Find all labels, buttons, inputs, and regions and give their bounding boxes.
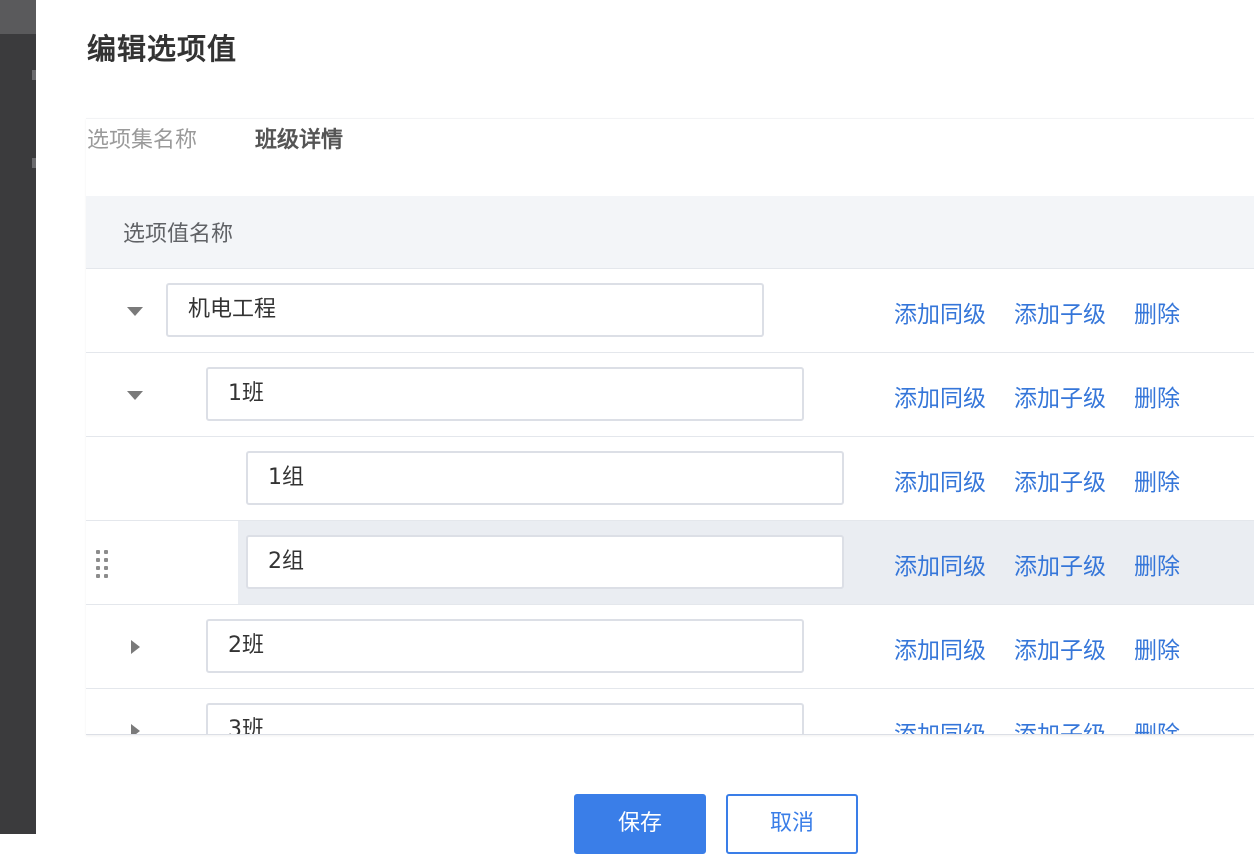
option-values-table: 选项值名称 机电工程 添加同级 添加子级 删除 1班 添加同级 添加子级 删除 … (86, 118, 1254, 735)
add-sibling-link[interactable]: 添加同级 (894, 379, 986, 413)
column-header-option-value-name: 选项值名称 (123, 222, 234, 247)
option-set-name-value: 班级详情 (255, 128, 344, 153)
table-row: 1班 添加同级 添加子级 删除 (86, 353, 1254, 437)
save-button[interactable]: 保存 (574, 794, 706, 854)
caret-down-icon[interactable] (124, 303, 146, 319)
option-value-input[interactable]: 2班 (206, 619, 804, 673)
delete-link[interactable]: 删除 (1134, 715, 1180, 734)
add-child-link[interactable]: 添加子级 (1014, 547, 1106, 581)
table-row: 机电工程 添加同级 添加子级 删除 (86, 269, 1254, 353)
option-set-name-label: 选项集名称 (87, 128, 198, 153)
add-child-link[interactable]: 添加子级 (1014, 295, 1106, 329)
add-child-link[interactable]: 添加子级 (1014, 463, 1106, 497)
add-child-link[interactable]: 添加子级 (1014, 631, 1106, 665)
add-child-link[interactable]: 添加子级 (1014, 715, 1106, 734)
table-row: 3班 添加同级 添加子级 删除 (86, 689, 1254, 734)
option-value-input[interactable]: 机电工程 (166, 283, 764, 337)
table-row: 1组 添加同级 添加子级 删除 (86, 437, 1254, 521)
delete-link[interactable]: 删除 (1134, 547, 1180, 581)
add-sibling-link[interactable]: 添加同级 (894, 463, 986, 497)
edit-option-values-dialog: 编辑选项值 选项值名称 机电工程 添加同级 添加子级 删除 1班 添加同级 添加… (36, 0, 1254, 854)
dialog-title: 编辑选项值 (87, 32, 238, 66)
add-sibling-link[interactable]: 添加同级 (894, 295, 986, 329)
add-sibling-link[interactable]: 添加同级 (894, 715, 986, 734)
add-sibling-link[interactable]: 添加同级 (894, 631, 986, 665)
option-value-input[interactable]: 1组 (246, 451, 844, 505)
delete-link[interactable]: 删除 (1134, 295, 1180, 329)
delete-link[interactable]: 删除 (1134, 463, 1180, 497)
caret-right-icon[interactable] (124, 639, 146, 655)
add-child-link[interactable]: 添加子级 (1014, 379, 1106, 413)
table-top-border (86, 118, 1254, 119)
delete-link[interactable]: 删除 (1134, 379, 1180, 413)
background-header-strip (0, 0, 36, 34)
option-value-input[interactable]: 2组 (246, 535, 844, 589)
add-sibling-link[interactable]: 添加同级 (894, 547, 986, 581)
background-overlay (0, 0, 36, 834)
delete-link[interactable]: 删除 (1134, 631, 1180, 665)
table-header: 选项值名称 (86, 196, 1254, 269)
option-value-input[interactable]: 3班 (206, 703, 804, 734)
cancel-button[interactable]: 取消 (726, 794, 858, 854)
caret-right-icon[interactable] (124, 723, 146, 734)
drag-handle-icon[interactable] (94, 548, 110, 578)
caret-down-icon[interactable] (124, 387, 146, 403)
table-row: 2组 添加同级 添加子级 删除 (86, 521, 1254, 605)
option-value-input[interactable]: 1班 (206, 367, 804, 421)
table-row: 2班 添加同级 添加子级 删除 (86, 605, 1254, 689)
